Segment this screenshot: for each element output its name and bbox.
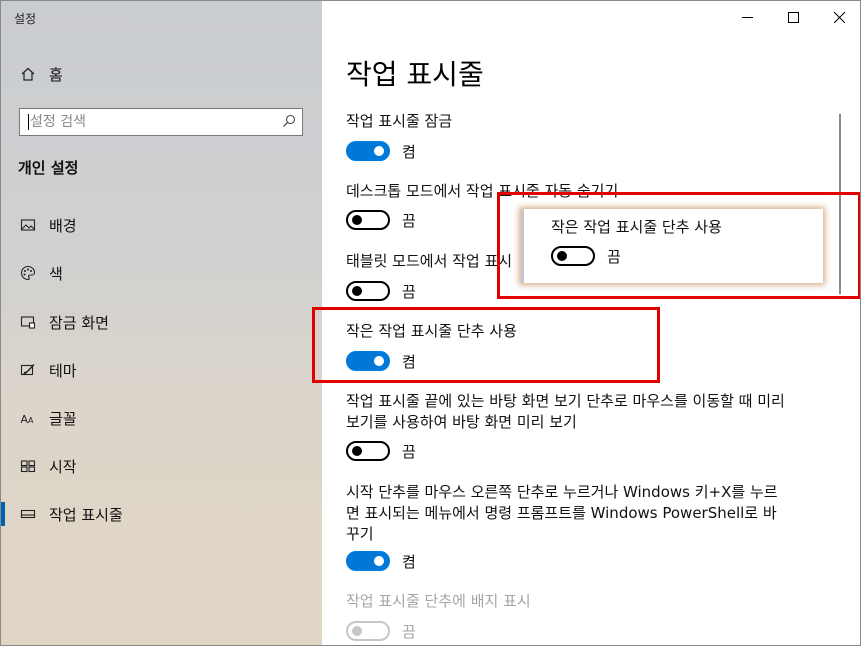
sidebar-item-font[interactable]: AA 글꼴: [18, 406, 77, 430]
toggle-state: 끔: [402, 211, 416, 230]
toggle-state: 켬: [402, 552, 416, 571]
window-controls: [724, 1, 860, 33]
lock-screen-icon: [18, 312, 38, 332]
toggle-state: 끔: [402, 282, 416, 301]
setting-label-peek: 작업 표시줄 끝에 있는 바탕 화면 보기 단추로 마우스를 이동할 때 미리 …: [346, 392, 785, 431]
theme-icon: [18, 360, 38, 380]
toggle-knob: [374, 146, 384, 156]
sidebar-item-label: 작업 표시줄: [49, 505, 123, 524]
page-title: 작업 표시줄: [346, 58, 484, 91]
toggle-knob: [374, 556, 384, 566]
highlight-box-setting: [312, 307, 660, 383]
toggle-switch[interactable]: [346, 210, 390, 230]
setting-toggle-autohide-tablet[interactable]: 끔: [346, 281, 416, 301]
svg-text:A: A: [28, 416, 34, 425]
font-icon: AA: [18, 408, 38, 428]
toggle-state: 끔: [402, 622, 416, 641]
minimize-icon: [741, 8, 753, 27]
setting-toggle-powershell[interactable]: 켬: [346, 551, 416, 571]
setting-toggle-badges: 끔: [346, 621, 416, 641]
sidebar-item-label: 잠금 화면: [49, 313, 109, 332]
setting-label-lock-taskbar: 작업 표시줄 잠금: [346, 112, 453, 130]
toggle-switch: [346, 621, 390, 641]
search-box[interactable]: 설정 검색: [19, 108, 303, 136]
sidebar-item-label: 색: [49, 264, 63, 283]
sidebar-item-label: 배경: [49, 216, 77, 235]
sidebar-item-taskbar[interactable]: 작업 표시줄: [18, 502, 123, 526]
toggle-knob: [352, 215, 362, 225]
sidebar: 설정 홈 설정 검색 개인 설정 배경 색 잠금 화면 테마 A A 글꼴 시작…: [1, 1, 322, 645]
toggle-switch[interactable]: [346, 441, 390, 461]
minimize-button[interactable]: [724, 1, 770, 33]
close-icon: [833, 8, 845, 27]
maximize-icon: [787, 8, 799, 27]
nav-home-label: 홈: [49, 65, 63, 84]
palette-icon: [18, 263, 38, 283]
setting-label-powershell: 시작 단추를 마우스 오른쪽 단추로 누르거나 Windows 키+X를 누르면…: [346, 483, 778, 543]
maximize-button[interactable]: [770, 1, 816, 33]
toggle-state: 끔: [402, 442, 416, 461]
sidebar-item-theme[interactable]: 테마: [18, 358, 77, 382]
search-input[interactable]: 설정 검색: [28, 114, 282, 130]
setting-toggle-lock-taskbar[interactable]: 켬: [346, 141, 416, 161]
taskbar-icon: [18, 504, 38, 524]
setting-label-badges: 작업 표시줄 단추에 배지 표시: [346, 592, 531, 610]
sidebar-item-label: 글꼴: [49, 409, 77, 428]
toggle-switch[interactable]: [346, 281, 390, 301]
sidebar-item-lock-screen[interactable]: 잠금 화면: [18, 310, 109, 334]
toggle-knob: [352, 626, 362, 636]
settings-window: 설정 홈 설정 검색 개인 설정 배경 색 잠금 화면 테마 A A 글꼴 시작…: [0, 0, 861, 646]
sidebar-item-label: 테마: [49, 361, 77, 380]
toggle-switch[interactable]: [346, 141, 390, 161]
toggle-knob: [352, 286, 362, 296]
highlight-box-callout: [497, 192, 860, 299]
image-icon: [18, 215, 38, 235]
search-icon[interactable]: [282, 113, 296, 132]
sidebar-item-label: 시작: [49, 457, 77, 476]
sidebar-item-background[interactable]: 배경: [18, 213, 77, 237]
home-icon: [18, 64, 38, 84]
setting-toggle-autohide-desktop[interactable]: 끔: [346, 210, 416, 230]
toggle-knob: [352, 446, 362, 456]
toggle-state: 켬: [402, 142, 416, 161]
toggle-switch[interactable]: [346, 551, 390, 571]
sidebar-item-color[interactable]: 색: [18, 261, 63, 285]
start-icon: [18, 456, 38, 476]
close-button[interactable]: [816, 1, 860, 33]
app-title: 설정: [14, 12, 37, 26]
nav-home[interactable]: 홈: [18, 62, 63, 86]
setting-toggle-peek[interactable]: 끔: [346, 441, 416, 461]
active-indicator: [1, 502, 5, 526]
section-title: 개인 설정: [18, 159, 79, 177]
sidebar-item-start[interactable]: 시작: [18, 454, 77, 478]
